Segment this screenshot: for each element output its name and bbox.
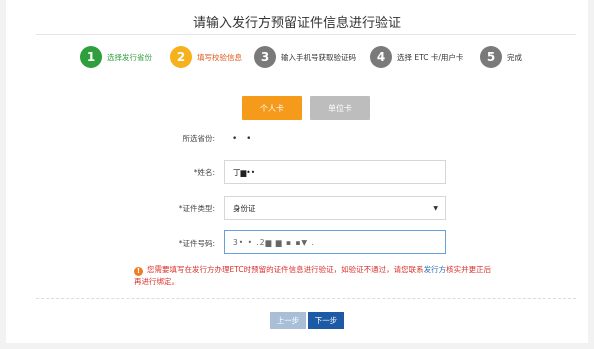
- step-1-label: 选择发行省份: [107, 52, 152, 62]
- next-step-button[interactable]: 下一步: [308, 312, 344, 329]
- step-5: 5 完成: [480, 46, 522, 68]
- previous-step-button[interactable]: 上一步: [270, 312, 306, 329]
- tab-company-card[interactable]: 单位卡: [310, 96, 370, 120]
- id-number-field[interactable]: 3• • .2▆ ▆ ▪ ▪▼ .: [224, 230, 446, 254]
- province-label: 所选省份:: [182, 134, 215, 143]
- id-number-value: 3• • .2▆ ▆ ▪ ▪▼ .: [233, 237, 315, 247]
- title-divider: [36, 34, 576, 35]
- step-2: 2 填写校验信息: [170, 46, 242, 68]
- step-4: 4 选择 ETC 卡/用户卡: [370, 46, 463, 68]
- name-value: 丁▆••: [233, 167, 256, 177]
- exclamation-circle-icon: !: [134, 267, 143, 276]
- dropdown-caret-icon: ▼: [433, 204, 438, 212]
- step-4-number: 4: [370, 46, 392, 68]
- id-type-label: *证件类型:: [178, 204, 215, 213]
- id-type-value: 身份证: [233, 203, 256, 213]
- step-2-number: 2: [170, 46, 192, 68]
- province-value: • •: [232, 134, 255, 144]
- verification-warning: ! 您需要填写在发行方办理ETC时预留的证件信息进行验证，如验证不通过，请您联系发…: [134, 264, 494, 287]
- tab-personal-card[interactable]: 个人卡: [242, 96, 302, 120]
- step-3-label: 输入手机号获取验证码: [281, 52, 356, 62]
- page-title: 请输入发行方预留证件信息进行验证: [192, 16, 401, 31]
- issuer-link[interactable]: 发行方: [424, 265, 447, 274]
- step-2-label: 填写校验信息: [197, 52, 242, 62]
- step-5-label: 完成: [507, 52, 522, 62]
- step-5-number: 5: [480, 46, 502, 68]
- id-type-select[interactable]: 身份证 ▼: [224, 196, 446, 220]
- name-label: *姓名:: [193, 168, 215, 177]
- step-1: 1 选择发行省份: [80, 46, 152, 68]
- name-field[interactable]: 丁▆••: [224, 160, 446, 184]
- step-3: 3 输入手机号获取验证码: [254, 46, 356, 68]
- warning-text-before: 您需要填写在发行方办理ETC时预留的证件信息进行验证，如验证不通过，请您联系: [147, 265, 424, 274]
- id-number-label: *证件号码:: [178, 239, 215, 248]
- verification-card: 请输入发行方预留证件信息进行验证 1 选择发行省份 2 填写校验信息 3 输入手…: [6, 0, 588, 343]
- step-4-label: 选择 ETC 卡/用户卡: [397, 52, 464, 62]
- step-3-number: 3: [254, 46, 276, 68]
- step-1-number: 1: [80, 46, 102, 68]
- footer-divider: [36, 298, 576, 299]
